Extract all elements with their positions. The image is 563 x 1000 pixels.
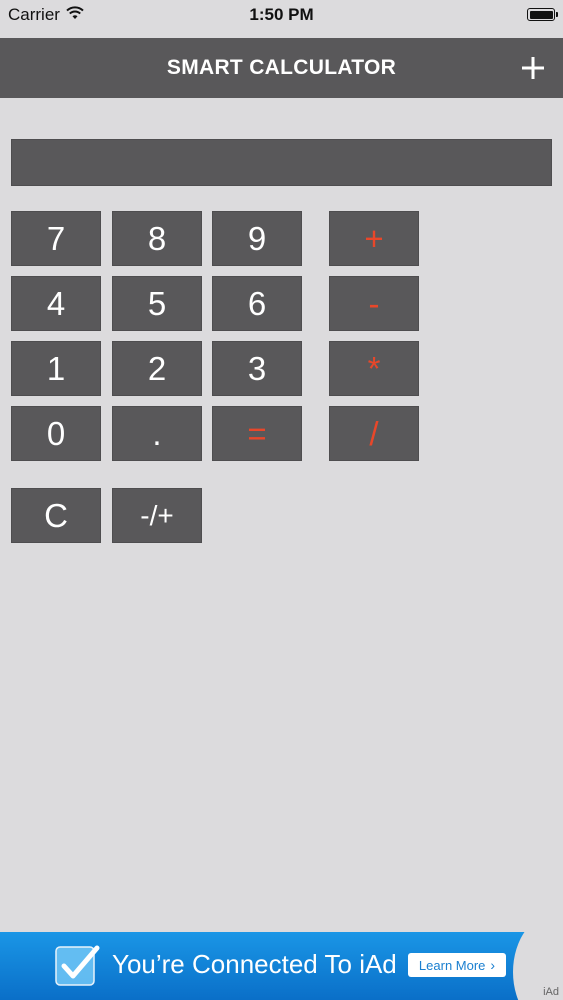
- clear-button[interactable]: C: [11, 488, 101, 543]
- status-bar: Carrier 1:50 PM: [0, 0, 563, 38]
- checkmark-icon: [55, 945, 100, 986]
- key-4[interactable]: 4: [11, 276, 101, 331]
- learn-more-label: Learn More: [418, 957, 486, 973]
- plus-icon[interactable]: [515, 50, 551, 86]
- ad-banner[interactable]: You’re Connected To iAd Learn More › iAd: [0, 932, 563, 1000]
- key-0[interactable]: 0: [11, 406, 101, 461]
- key-1[interactable]: 1: [11, 341, 101, 396]
- iad-badge: iAd: [543, 986, 559, 998]
- key-3[interactable]: 3: [212, 341, 302, 396]
- page-title: SMART CALCULATOR: [166, 56, 397, 79]
- subtract-button[interactable]: -: [329, 276, 419, 331]
- ad-text: You’re Connected To iAd: [112, 949, 397, 979]
- equals-button[interactable]: =: [212, 406, 302, 461]
- add-button[interactable]: +: [329, 211, 419, 266]
- decimal-button[interactable]: .: [112, 406, 202, 461]
- key-6[interactable]: 6: [212, 276, 302, 331]
- battery-icon: [527, 8, 558, 21]
- key-8[interactable]: 8: [112, 211, 202, 266]
- multiply-button[interactable]: *: [329, 341, 419, 396]
- nav-bar: SMART CALCULATOR: [0, 38, 563, 98]
- negate-button[interactable]: -/+: [112, 488, 202, 543]
- chevron-right-icon: ›: [490, 957, 496, 973]
- key-5[interactable]: 5: [112, 276, 202, 331]
- calculator-display: [11, 139, 552, 186]
- learn-more-button[interactable]: Learn More ›: [408, 953, 506, 977]
- divide-button[interactable]: /: [329, 406, 419, 461]
- key-9[interactable]: 9: [212, 211, 302, 266]
- status-time: 1:50 PM: [249, 5, 314, 24]
- key-2[interactable]: 2: [112, 341, 202, 396]
- key-7[interactable]: 7: [11, 211, 101, 266]
